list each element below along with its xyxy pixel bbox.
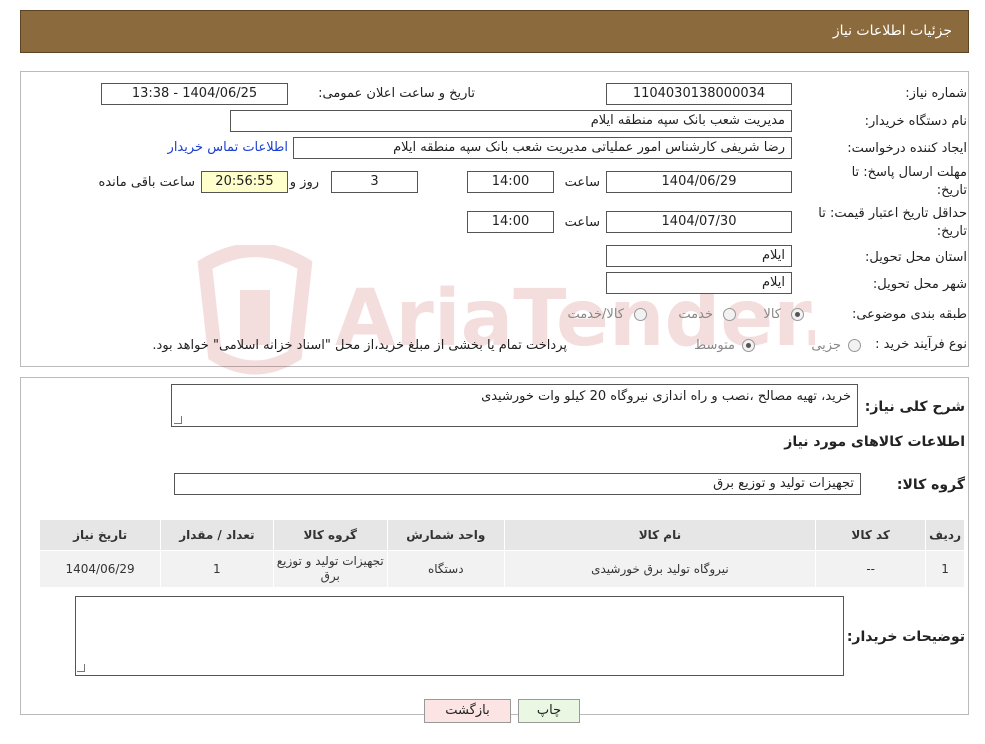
category-option-service-label: خدمت <box>678 307 713 322</box>
buyer-notes-textarea[interactable] <box>75 596 844 676</box>
page-title: جزئیات اطلاعات نیاز <box>832 23 952 39</box>
category-label: طبقه بندی موضوعی: <box>851 307 967 322</box>
cell-date: 1404/06/29 <box>38 550 162 588</box>
cell-qty: 1 <box>160 550 274 588</box>
category-option-both-radio[interactable] <box>634 308 647 321</box>
contact-buyer-link[interactable]: اطلاعات تماس خریدار <box>168 140 288 155</box>
col-unit: واحد شمارش <box>386 519 505 551</box>
table-header-row: تاریخ نیاز تعداد / مقدار گروه کالا واحد … <box>38 519 965 551</box>
announce-label: تاریخ و ساعت اعلان عمومی: <box>318 86 475 101</box>
cell-row: 1 <box>925 550 965 588</box>
deadline-label-line1: مهلت ارسال پاسخ: تا <box>851 165 967 180</box>
cell-code: -- <box>815 550 927 588</box>
validity-time-field: 14:00 <box>467 211 554 233</box>
validity-date-field: 1404/07/30 <box>606 211 792 233</box>
need-number-label: شماره نیاز: <box>905 86 967 101</box>
print-button[interactable]: چاپ <box>518 699 580 723</box>
category-option-goods-label: کالا <box>763 307 781 322</box>
province-field: ایلام <box>606 245 792 267</box>
remaining-time-field: 20:56:55 <box>201 171 288 193</box>
process-label: نوع فرآیند خرید : <box>875 337 967 352</box>
goods-info-title: اطلاعات کالاهای مورد نیاز <box>784 434 965 450</box>
col-code: کد کالا <box>815 519 927 551</box>
process-option-medium-label: متوسط <box>694 338 735 353</box>
creator-label: ایجاد کننده درخواست: <box>847 141 967 156</box>
validity-label-line1: حداقل تاریخ اعتبار قیمت: تا <box>818 206 967 221</box>
deadline-date-field: 1404/06/29 <box>606 171 792 193</box>
col-row: ردیف <box>925 519 965 551</box>
days-remaining-field: 3 <box>331 171 418 193</box>
remaining-label: ساعت باقی مانده <box>98 175 195 190</box>
description-textarea[interactable]: خرید، تهیه مصالح ،نصب و راه اندازی نیروگ… <box>171 384 858 427</box>
col-qty: تعداد / مقدار <box>160 519 274 551</box>
buyer-org-field: مدیریت شعب بانک سپه منطقه ایلام <box>230 110 792 132</box>
validity-time-label: ساعت <box>564 215 600 230</box>
back-button[interactable]: بازگشت <box>424 699 511 723</box>
buyer-notes-resize-handle[interactable] <box>77 664 85 672</box>
city-field: ایلام <box>606 272 792 294</box>
process-note: پرداخت تمام یا بخشی از مبلغ خرید،از محل … <box>152 338 567 353</box>
buyer-notes-label: توضیحات خریدار: <box>846 629 965 645</box>
buyer-org-label: نام دستگاه خریدار: <box>864 114 967 129</box>
items-table: تاریخ نیاز تعداد / مقدار گروه کالا واحد … <box>38 519 965 588</box>
description-resize-handle[interactable] <box>174 416 182 424</box>
description-label: شرح کلی نیاز: <box>864 399 965 415</box>
cell-unit: دستگاه <box>386 550 505 588</box>
goods-group-label: گروه کالا: <box>896 477 965 493</box>
creator-field: رضا شریفی کارشناس امور عملیاتی مدیریت شع… <box>293 137 792 159</box>
col-group: گروه کالا <box>272 519 388 551</box>
deadline-label-line2: تاریخ: <box>936 183 967 198</box>
table-row: 1404/06/29 1 تجهیزات تولید و توزیع برق د… <box>38 550 965 588</box>
need-number-field: 1104030138000034 <box>606 83 792 105</box>
validity-label-line2: تاریخ: <box>936 224 967 239</box>
cell-name: نیروگاه تولید برق خورشیدی <box>503 550 817 588</box>
days-label: روز و <box>289 175 319 190</box>
process-option-medium-radio[interactable] <box>742 339 755 352</box>
process-option-minor-radio[interactable] <box>848 339 861 352</box>
cell-group: تجهیزات تولید و توزیع برق <box>272 550 388 588</box>
category-option-both-label: کالا/خدمت <box>567 307 624 322</box>
goods-group-field: تجهیزات تولید و توزیع برق <box>174 473 861 495</box>
city-label: شهر محل تحویل: <box>872 277 967 292</box>
deadline-time-field: 14:00 <box>467 171 554 193</box>
category-option-goods-radio[interactable] <box>791 308 804 321</box>
province-label: استان محل تحویل: <box>865 250 967 265</box>
col-date: تاریخ نیاز <box>38 519 162 551</box>
announce-datetime-field: 1404/06/25 - 13:38 <box>101 83 288 105</box>
process-option-minor-label: جزیی <box>811 338 841 353</box>
col-name: نام کالا <box>503 519 817 551</box>
page-header: جزئیات اطلاعات نیاز <box>20 10 969 53</box>
category-option-service-radio[interactable] <box>723 308 736 321</box>
deadline-time-label: ساعت <box>564 175 600 190</box>
